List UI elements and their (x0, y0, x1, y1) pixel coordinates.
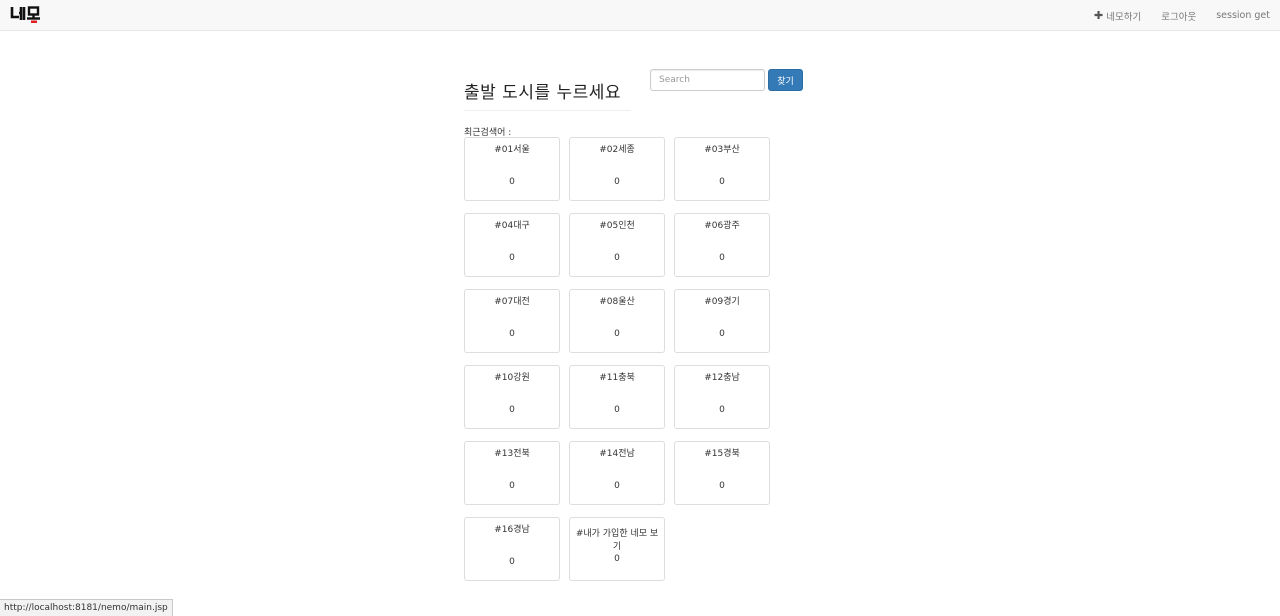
city-card-incheon[interactable]: #05인천 0 (569, 213, 665, 277)
city-card-daejeon[interactable]: #07대전 0 (464, 289, 560, 353)
city-card-gyeongnam[interactable]: #16경남 0 (464, 517, 560, 581)
city-name: #10강원 (494, 373, 530, 383)
city-card-jeonnam[interactable]: #14전남 0 (569, 441, 665, 505)
city-count: 0 (614, 329, 620, 339)
city-count: 0 (509, 253, 515, 263)
city-count: 0 (719, 329, 725, 339)
nemo-create-link[interactable]: ✚ 네모하기 (1094, 9, 1141, 23)
city-name: #01서울 (494, 145, 530, 155)
city-name: #13전북 (494, 449, 530, 459)
city-card-gwangju[interactable]: #06광주 0 (674, 213, 770, 277)
city-count: 0 (719, 481, 725, 491)
city-name: #15경북 (704, 449, 740, 459)
city-grid: #01서울 0 #02세종 0 #03부산 0 #04대구 0 #05인천 0 … (464, 137, 770, 581)
city-name: #내가 가입한 네모 보기 (575, 529, 659, 552)
my-joined-nemo-card[interactable]: #내가 가입한 네모 보기 0 (569, 517, 665, 581)
city-card-daegu[interactable]: #04대구 0 (464, 213, 560, 277)
city-name: #05인천 (599, 221, 635, 231)
city-name: #14전남 (599, 449, 635, 459)
search-button[interactable]: 찾기 (768, 69, 803, 91)
city-card-chungbuk[interactable]: #11충북 0 (569, 365, 665, 429)
city-count: 0 (509, 329, 515, 339)
title-divider (464, 110, 631, 111)
city-name: #11충북 (599, 373, 635, 383)
city-count: 0 (614, 481, 620, 491)
city-card-chungnam[interactable]: #12충남 0 (674, 365, 770, 429)
nemo-create-label: 네모하기 (1106, 11, 1142, 23)
city-count: 0 (719, 177, 725, 187)
city-count: 0 (509, 557, 515, 567)
city-card-seoul[interactable]: #01서울 0 (464, 137, 560, 201)
nemo-logo-icon (10, 6, 40, 23)
city-count: 0 (614, 405, 620, 415)
session-get-label: session get (1216, 10, 1270, 21)
city-name: #04대구 (494, 221, 530, 231)
city-name: #16경남 (494, 525, 530, 535)
city-name: #03부산 (704, 145, 740, 155)
logout-label: 로그아웃 (1161, 11, 1197, 23)
logout-link[interactable]: 로그아웃 (1161, 9, 1196, 23)
page-title: 출발 도시를 누르세요 (464, 83, 622, 103)
city-card-ulsan[interactable]: #08울산 0 (569, 289, 665, 353)
city-name: #08울산 (599, 297, 635, 307)
city-count: 0 (719, 253, 725, 263)
city-name: #12충남 (704, 373, 740, 383)
brand-logo[interactable] (10, 4, 42, 24)
city-card-jeonbuk[interactable]: #13전북 0 (464, 441, 560, 505)
city-card-busan[interactable]: #03부산 0 (674, 137, 770, 201)
city-name: #06광주 (704, 221, 740, 231)
city-card-sejong[interactable]: #02세종 0 (569, 137, 665, 201)
navbar-links: ✚ 네모하기 로그아웃 session get (1094, 0, 1280, 31)
city-count: 0 (509, 405, 515, 415)
city-count: 0 (719, 405, 725, 415)
city-name: #09경기 (704, 297, 740, 307)
search-input[interactable] (650, 69, 765, 91)
city-card-gangwon[interactable]: #10강원 0 (464, 365, 560, 429)
plus-icon: ✚ (1094, 9, 1104, 22)
navbar: ✚ 네모하기 로그아웃 session get (0, 0, 1280, 31)
city-card-gyeonggi[interactable]: #09경기 0 (674, 289, 770, 353)
city-count: 0 (509, 481, 515, 491)
city-count: 0 (614, 253, 620, 263)
city-count: 0 (614, 177, 620, 187)
city-name: #02세종 (599, 145, 635, 155)
city-count: 0 (614, 554, 620, 564)
browser-status-bar: http://localhost:8181/nemo/main.jsp (0, 599, 173, 616)
city-card-gyeongbuk[interactable]: #15경북 0 (674, 441, 770, 505)
city-name: #07대전 (494, 297, 530, 307)
session-get-link[interactable]: session get (1216, 10, 1270, 21)
city-count: 0 (509, 177, 515, 187)
